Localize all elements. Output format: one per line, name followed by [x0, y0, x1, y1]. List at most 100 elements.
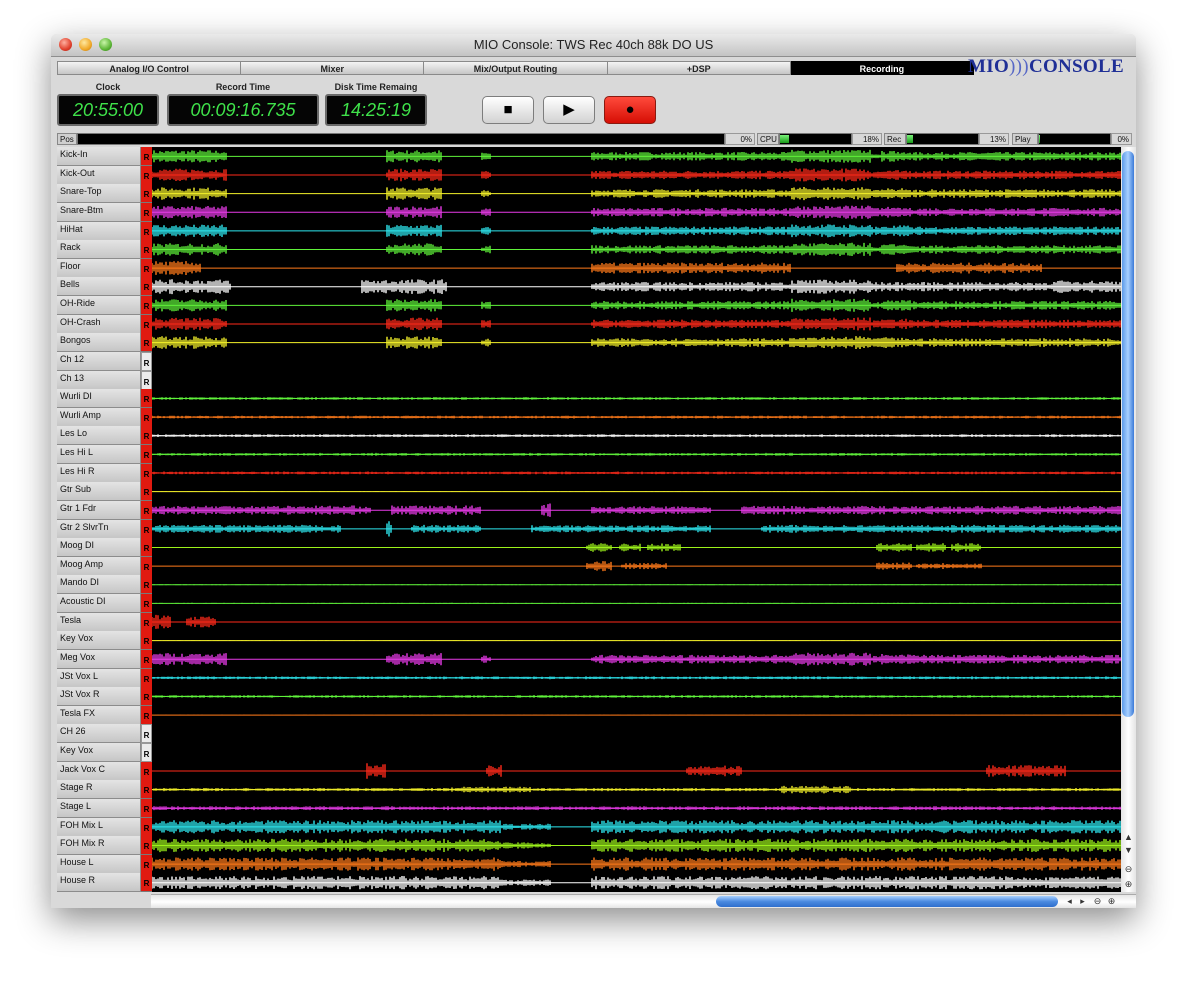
record-arm-button[interactable]: R: [141, 221, 152, 241]
record-arm-button[interactable]: R: [141, 836, 152, 856]
cpu-label: CPU: [757, 133, 779, 145]
mio-console-window: MIO Console: TWS Rec 40ch 88k DO US Anal…: [51, 34, 1136, 908]
record-arm-button[interactable]: R: [141, 407, 152, 427]
track-name: Stage R: [57, 780, 141, 800]
record-arm-button[interactable]: R: [141, 743, 152, 762]
stop-icon: ■: [503, 101, 513, 118]
play-value: 0%: [1111, 133, 1132, 145]
play-button[interactable]: ▶: [543, 96, 595, 124]
track-name: Key Vox: [57, 631, 141, 651]
vertical-scroll-thumb[interactable]: [1122, 151, 1134, 717]
record-arm-button[interactable]: R: [141, 873, 152, 893]
record-arm-button[interactable]: R: [141, 314, 152, 334]
tab-analog-io-control[interactable]: Analog I/O Control: [57, 61, 242, 75]
record-arm-button[interactable]: R: [141, 165, 152, 185]
track-name: FOH Mix R: [57, 836, 141, 856]
disk-time-label: Disk Time Remaing: [334, 82, 418, 92]
record-arm-button[interactable]: R: [141, 445, 152, 464]
record-arm-button[interactable]: R: [141, 780, 152, 800]
stop-button[interactable]: ■: [482, 96, 534, 124]
scroll-up-icon[interactable]: ▲: [1122, 831, 1135, 844]
record-arm-button[interactable]: R: [141, 258, 152, 278]
record-arm-button[interactable]: R: [141, 668, 152, 688]
tab-mixer[interactable]: Mixer: [241, 61, 425, 75]
track-name: JSt Vox R: [57, 687, 141, 707]
track-name: Ch 13: [57, 370, 141, 390]
horizontal-scrollbar[interactable]: ◂ ▸ ⊖ ⊕: [151, 894, 1136, 908]
record-arm-button[interactable]: R: [141, 798, 152, 818]
record-arm-button[interactable]: R: [141, 854, 152, 874]
pos-value: 0%: [725, 133, 755, 145]
record-arm-button[interactable]: R: [141, 556, 152, 576]
record-arm-button[interactable]: R: [141, 463, 152, 483]
pos-meter[interactable]: [77, 133, 725, 145]
waveform-display[interactable]: [152, 147, 1121, 892]
horizontal-zoom-in-icon[interactable]: ⊕: [1105, 895, 1118, 908]
disk-time-display: 14:25:19: [325, 94, 427, 126]
scroll-down-icon[interactable]: ▼: [1122, 844, 1135, 857]
clock-label: Clock: [95, 82, 121, 92]
horizontal-scroll-thumb[interactable]: [716, 896, 1058, 907]
record-arm-button[interactable]: R: [141, 687, 152, 707]
tab-dsp[interactable]: +DSP: [607, 61, 791, 75]
track-name: Moog Amp: [57, 556, 141, 576]
track-name: Gtr Sub: [57, 482, 141, 502]
record-arm-button[interactable]: R: [141, 296, 152, 315]
horizontal-zoom-out-icon[interactable]: ⊖: [1091, 895, 1104, 908]
record-arm-button[interactable]: R: [141, 184, 152, 204]
scroll-right-icon[interactable]: ▸: [1076, 895, 1089, 908]
mio-console-logo: MIO)))CONSOLE: [961, 56, 1131, 80]
record-arm-button[interactable]: R: [141, 202, 152, 222]
record-arm-button[interactable]: R: [141, 705, 152, 725]
track-name: Bells: [57, 277, 141, 297]
record-arm-button[interactable]: R: [141, 519, 152, 539]
track-name: FOH Mix L: [57, 817, 141, 837]
record-arm-button[interactable]: R: [141, 649, 152, 669]
vertical-scrollbar[interactable]: ▲ ▼ ⊖ ⊕: [1121, 147, 1136, 892]
record-arm-button[interactable]: R: [141, 370, 152, 390]
window-title: MIO Console: TWS Rec 40ch 88k DO US: [473, 37, 714, 52]
track-name: Moog DI: [57, 538, 141, 558]
record-arm-button[interactable]: R: [141, 240, 152, 260]
tab-mix-output-routing[interactable]: Mix/Output Routing: [424, 61, 608, 75]
tab-bar: Analog I/O Control Mixer Mix/Output Rout…: [57, 61, 975, 75]
record-arm-button[interactable]: R: [141, 500, 152, 520]
record-arm-button[interactable]: R: [141, 277, 152, 297]
record-arm-button[interactable]: R: [141, 761, 152, 781]
track-name: Wurli DI: [57, 389, 141, 409]
logo-arc: ))): [1009, 56, 1029, 77]
track-name: Acoustic DI: [57, 594, 141, 613]
track-name: Les Hi L: [57, 445, 141, 464]
tab-recording[interactable]: Recording: [790, 61, 975, 75]
track-name: House R: [57, 873, 141, 893]
record-arm-button[interactable]: R: [141, 333, 152, 353]
track-name: Gtr 2 SlvrTn: [57, 519, 141, 539]
vertical-zoom-out-icon[interactable]: ⊖: [1122, 863, 1135, 876]
title-bar: MIO Console: TWS Rec 40ch 88k DO US: [51, 34, 1136, 57]
record-arm-button[interactable]: R: [141, 538, 152, 558]
cpu-meter: [779, 133, 852, 145]
track-name: House L: [57, 854, 141, 874]
track-name: Stage L: [57, 798, 141, 818]
record-button[interactable]: ●: [604, 96, 656, 124]
track-name: Mando DI: [57, 575, 141, 595]
record-arm-button[interactable]: R: [141, 389, 152, 409]
rec-value: 13%: [979, 133, 1009, 145]
record-arm-button[interactable]: R: [141, 817, 152, 837]
record-arm-button[interactable]: R: [141, 351, 152, 371]
vertical-zoom-in-icon[interactable]: ⊕: [1122, 878, 1135, 891]
record-arm-button[interactable]: R: [141, 482, 152, 502]
record-arm-button[interactable]: R: [141, 575, 152, 595]
play-label: Play: [1012, 133, 1038, 145]
scroll-left-icon[interactable]: ◂: [1063, 895, 1076, 908]
track-area: Kick-In R Kick-Out R Snare-Top R Snare-Btm R HiH…: [57, 147, 1121, 893]
cpu-value: 18%: [852, 133, 882, 145]
record-arm-button[interactable]: R: [141, 594, 152, 613]
track-name: Ch 12: [57, 351, 141, 371]
record-arm-button[interactable]: R: [141, 426, 152, 446]
record-arm-button[interactable]: R: [141, 147, 152, 166]
record-arm-button[interactable]: R: [141, 631, 152, 651]
record-arm-button[interactable]: R: [141, 724, 152, 744]
record-arm-button[interactable]: R: [141, 612, 152, 632]
logo-text-console: CONSOLE: [1028, 56, 1124, 77]
